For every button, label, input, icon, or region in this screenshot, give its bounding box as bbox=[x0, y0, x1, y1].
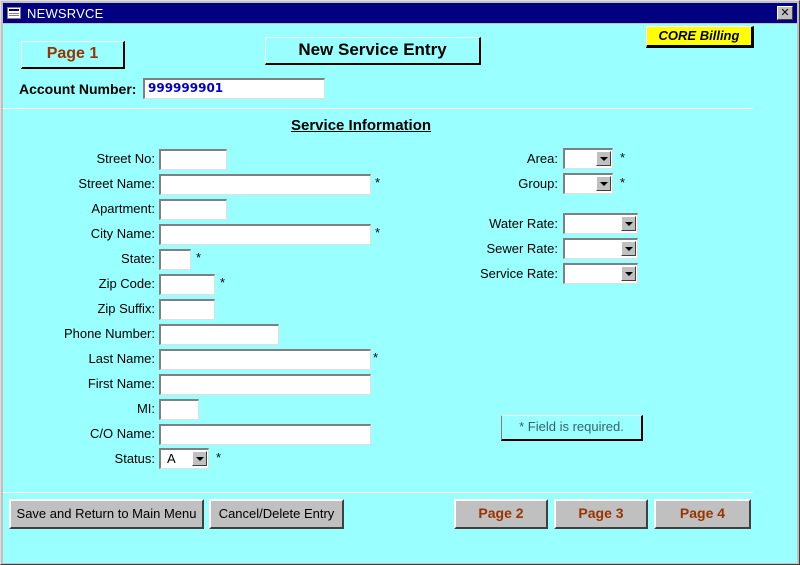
cancel-delete-entry-button[interactable]: Cancel/Delete Entry bbox=[209, 499, 344, 529]
phone-number-label: Phone Number: bbox=[63, 326, 155, 341]
sewer-rate-select[interactable] bbox=[563, 238, 638, 259]
service-rate-label: Service Rate: bbox=[479, 266, 558, 281]
chevron-down-icon[interactable] bbox=[621, 216, 636, 231]
co-name-field[interactable] bbox=[159, 424, 371, 445]
account-number-label: Account Number: bbox=[19, 81, 137, 97]
app-window: NEWSRVCE ✕ Page 1 New Service Entry CORE… bbox=[0, 0, 800, 565]
group-label: Group: bbox=[518, 176, 558, 191]
zip-suffix-field[interactable] bbox=[159, 299, 215, 320]
zip-code-required-marker: * bbox=[220, 275, 226, 290]
street-no-field[interactable] bbox=[159, 149, 227, 170]
chevron-down-icon[interactable] bbox=[596, 151, 611, 166]
zip-code-label: Zip Code: bbox=[98, 276, 155, 291]
required-field-note: * Field is required. bbox=[501, 415, 643, 441]
city-name-required-marker: * bbox=[375, 225, 381, 240]
status-select[interactable]: A bbox=[159, 448, 209, 469]
area-required-marker: * bbox=[620, 150, 626, 165]
account-number-field[interactable]: 999999901 bbox=[143, 78, 325, 99]
title-bar[interactable]: NEWSRVCE ✕ bbox=[3, 3, 797, 23]
chevron-down-icon[interactable] bbox=[621, 241, 636, 256]
co-name-label: C/O Name: bbox=[89, 426, 155, 441]
last-name-field[interactable] bbox=[159, 349, 371, 370]
status-value: A bbox=[167, 451, 176, 466]
street-no-label: Street No: bbox=[96, 151, 155, 166]
footer-divider bbox=[3, 492, 753, 493]
sewer-rate-label: Sewer Rate: bbox=[486, 241, 558, 256]
street-name-field[interactable] bbox=[159, 174, 371, 195]
street-name-label: Street Name: bbox=[78, 176, 155, 191]
group-required-marker: * bbox=[620, 175, 626, 190]
service-entry-form: Page 1 New Service Entry CORE Billing Ac… bbox=[3, 24, 797, 563]
street-name-required-marker: * bbox=[375, 175, 381, 190]
core-billing-badge: CORE Billing bbox=[646, 26, 754, 48]
chevron-down-icon[interactable] bbox=[596, 176, 611, 191]
state-label: State: bbox=[121, 251, 155, 266]
page-title: New Service Entry bbox=[265, 37, 481, 65]
area-label: Area: bbox=[526, 151, 558, 166]
page-indicator: Page 1 bbox=[21, 41, 125, 69]
last-name-required-marker: * bbox=[373, 350, 379, 365]
status-required-marker: * bbox=[216, 450, 222, 465]
water-rate-select[interactable] bbox=[563, 213, 638, 234]
water-rate-label: Water Rate: bbox=[489, 216, 558, 231]
status-label: Status: bbox=[114, 451, 155, 466]
form-icon bbox=[7, 7, 21, 19]
window-title: NEWSRVCE bbox=[27, 6, 104, 21]
save-return-main-menu-button[interactable]: Save and Return to Main Menu bbox=[9, 499, 204, 529]
last-name-label: Last Name: bbox=[88, 351, 155, 366]
first-name-label: First Name: bbox=[87, 376, 155, 391]
state-required-marker: * bbox=[196, 250, 202, 265]
area-select[interactable] bbox=[563, 148, 613, 169]
chevron-down-icon[interactable] bbox=[192, 451, 207, 466]
page-4-button[interactable]: Page 4 bbox=[654, 499, 751, 529]
apartment-label: Apartment: bbox=[91, 201, 155, 216]
chevron-down-icon[interactable] bbox=[621, 266, 636, 281]
first-name-field[interactable] bbox=[159, 374, 371, 395]
phone-number-field[interactable] bbox=[159, 324, 279, 345]
header-divider bbox=[3, 108, 753, 109]
city-name-label: City Name: bbox=[90, 226, 155, 241]
page-3-button[interactable]: Page 3 bbox=[554, 499, 648, 529]
mi-label: MI: bbox=[136, 401, 155, 416]
zip-code-field[interactable] bbox=[159, 274, 215, 295]
apartment-field[interactable] bbox=[159, 199, 227, 220]
mi-field[interactable] bbox=[159, 399, 199, 420]
page-2-button[interactable]: Page 2 bbox=[454, 499, 548, 529]
city-name-field[interactable] bbox=[159, 224, 371, 245]
section-title: Service Information bbox=[291, 117, 432, 134]
service-rate-select[interactable] bbox=[563, 263, 638, 284]
state-field[interactable] bbox=[159, 249, 191, 270]
zip-suffix-label: Zip Suffix: bbox=[97, 301, 155, 316]
group-select[interactable] bbox=[563, 173, 613, 194]
close-icon[interactable]: ✕ bbox=[777, 6, 793, 20]
